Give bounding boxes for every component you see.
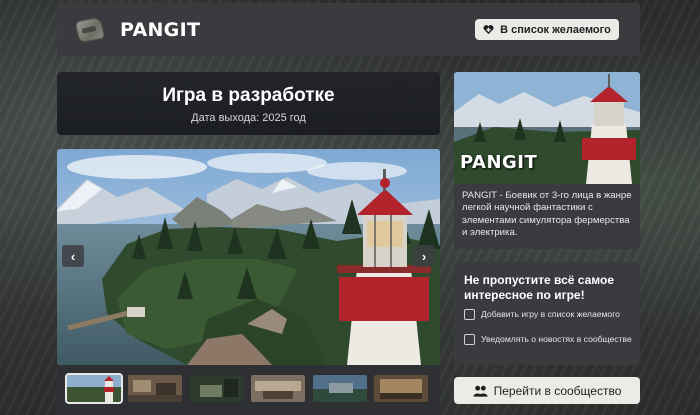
header-bar: PANGIT В список желаемого <box>57 3 640 56</box>
community-button[interactable]: Перейти в сообщество <box>454 377 640 404</box>
thumbnail-3[interactable] <box>190 375 244 402</box>
community-button-label: Перейти в сообщество <box>493 383 622 398</box>
subscribe-card: Не пропустите всё самое интересное по иг… <box>454 262 640 365</box>
next-image-arrow[interactable]: › <box>413 245 435 267</box>
thumbnail-6[interactable] <box>374 375 428 402</box>
wishlist-checkbox-row[interactable]: Добавить игру в список желаемого <box>464 309 620 320</box>
news-checkbox-row[interactable]: Уведомлять о новостях в сообществе <box>464 334 632 345</box>
thumbnail-4[interactable] <box>251 375 305 402</box>
news-checkbox-label: Уведомлять о новостях в сообществе <box>481 334 632 344</box>
development-status-panel: Игра в разработке Дата выхода: 2025 год <box>57 72 440 135</box>
thumbnail-1[interactable] <box>65 373 123 404</box>
game-logo-icon <box>74 16 106 43</box>
thumbnail-2[interactable] <box>128 375 182 402</box>
wishlist-button[interactable]: В список желаемого <box>475 19 619 40</box>
capsule-logo-text: PANGIT <box>460 152 538 173</box>
main-screenshot <box>57 149 440 365</box>
wishlist-checkbox[interactable] <box>464 309 475 320</box>
heart-plus-icon <box>483 25 494 35</box>
release-date: Дата выхода: 2025 год <box>191 112 306 124</box>
chevron-left-icon: ‹ <box>70 248 76 264</box>
game-info-card: PANGIT PANGIT - Боевик от 3-го лица в жа… <box>454 72 640 249</box>
game-description: PANGIT - Боевик от 3-го лица в жанре лег… <box>462 190 632 239</box>
wishlist-checkbox-label: Добавить игру в список желаемого <box>481 309 620 319</box>
chevron-right-icon: › <box>421 248 427 264</box>
subscribe-title: Не пропустите всё самое интересное по иг… <box>464 273 614 302</box>
people-icon <box>473 385 488 397</box>
news-checkbox[interactable] <box>464 334 475 345</box>
wishlist-button-label: В список желаемого <box>500 23 611 36</box>
previous-image-arrow[interactable]: ‹ <box>62 245 84 267</box>
game-title: PANGIT <box>120 18 201 41</box>
development-status-title: Игра в разработке <box>162 85 335 106</box>
thumbnail-5[interactable] <box>313 375 367 402</box>
